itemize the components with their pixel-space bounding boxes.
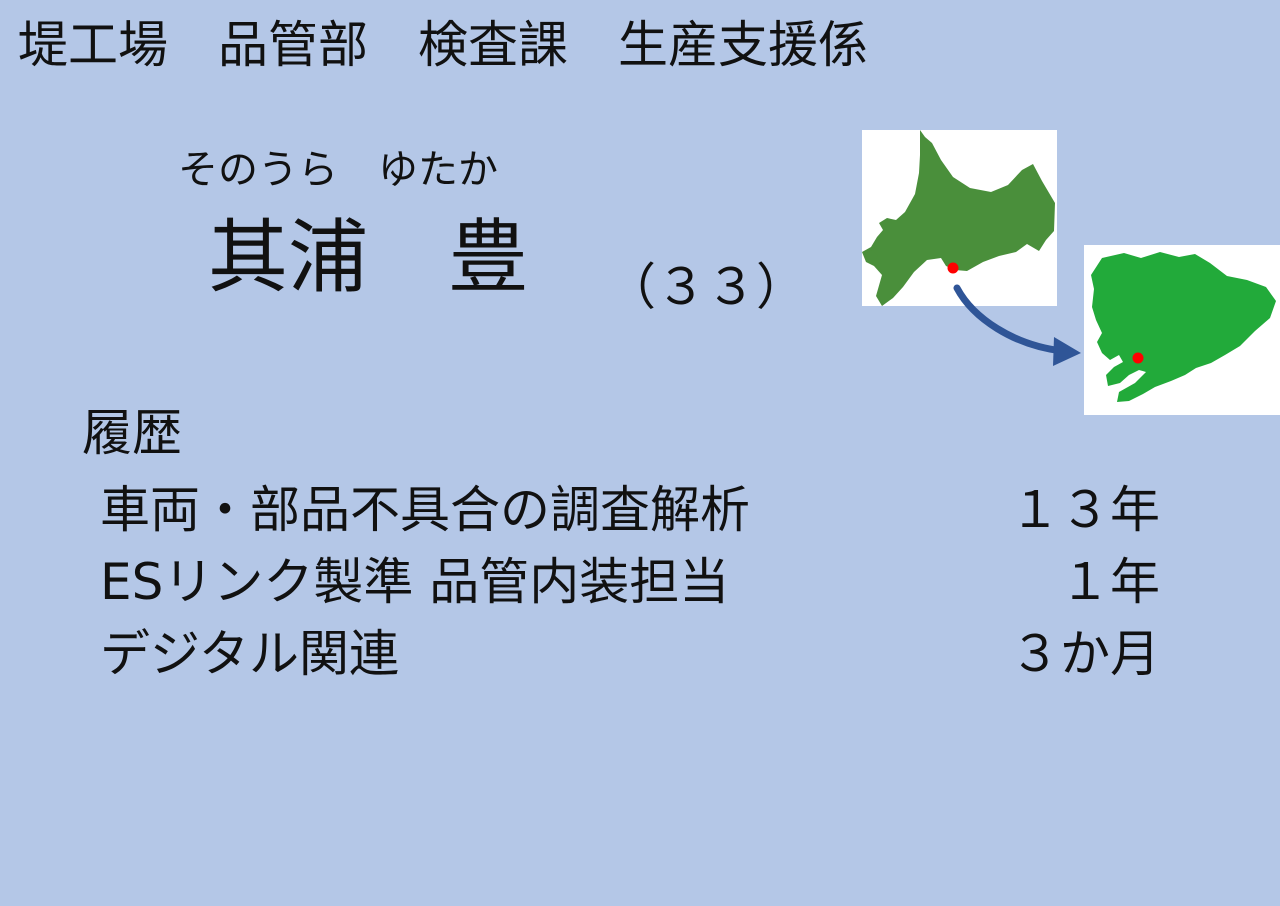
name-furigana: そのうら ゆたか xyxy=(178,147,498,193)
history-row: 車両・部品不具合の調査解析 １３年 xyxy=(100,474,1160,546)
history-row: ESリンク製準 品管内装担当 １年 xyxy=(100,546,1160,618)
department-heading: 堤工場 品管部 検査課 生産支援係 xyxy=(18,16,868,74)
history-duration: １年 xyxy=(1060,553,1160,611)
history-duration: ３か月 xyxy=(1010,625,1160,683)
profile-slide: 堤工場 品管部 検査課 生産支援係 そのうら ゆたか 其浦 豊 （３３） 履歴 … xyxy=(0,0,1280,715)
history-duration: １３年 xyxy=(1010,481,1160,539)
person-age: （３３） xyxy=(606,258,806,316)
history-row: デジタル関連 ３か月 xyxy=(100,618,1160,690)
history-item: 車両・部品不具合の調査解析 xyxy=(100,481,750,539)
move-arrow-icon xyxy=(953,284,1081,366)
history-item: ESリンク製準 品管内装担当 xyxy=(100,553,730,611)
person-name: 其浦 豊 xyxy=(208,211,528,304)
history-heading: 履歴 xyxy=(82,404,182,462)
history-list: 車両・部品不具合の調査解析 １３年 ESリンク製準 品管内装担当 １年 デジタル… xyxy=(100,474,1160,690)
history-item: デジタル関連 xyxy=(100,625,399,683)
aichi-map-icon xyxy=(1084,245,1280,415)
